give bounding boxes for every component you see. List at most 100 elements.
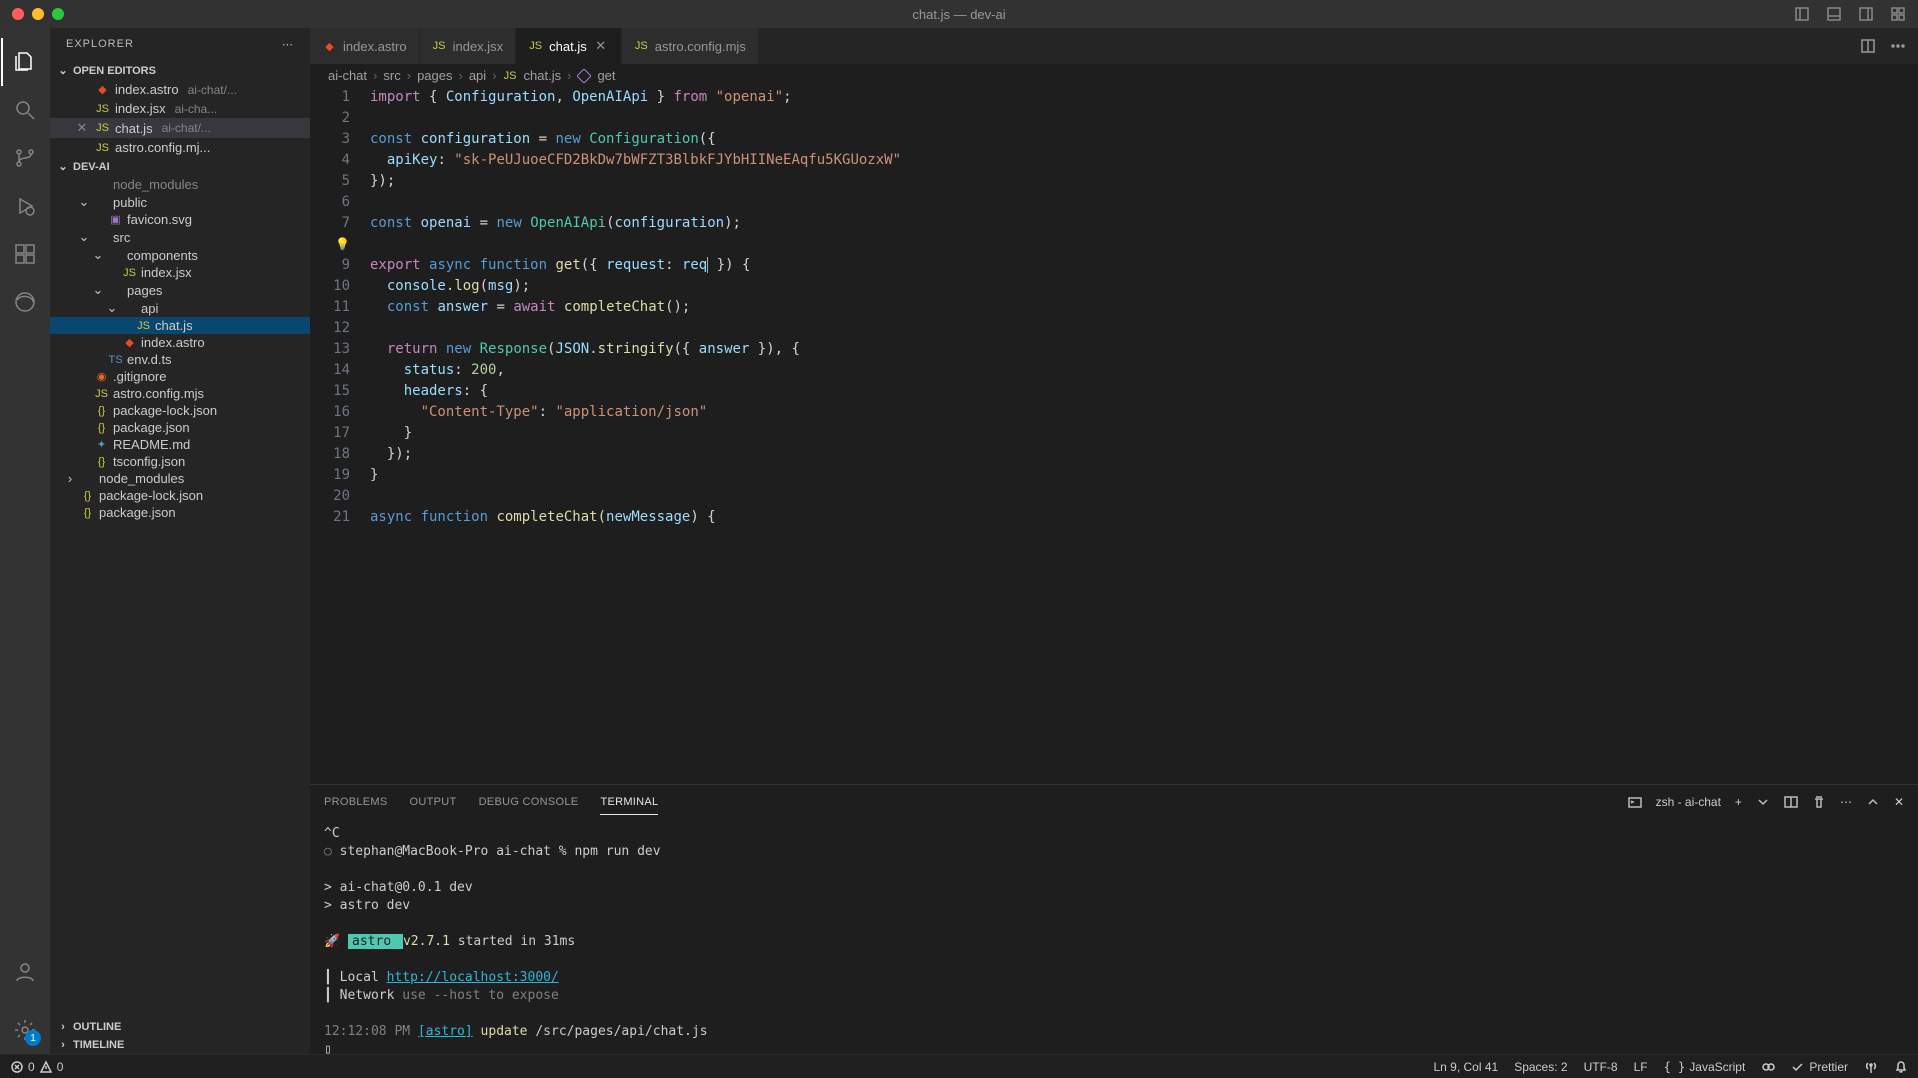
source-control-tab[interactable] bbox=[1, 134, 49, 182]
file-item[interactable]: TSenv.d.ts bbox=[50, 351, 310, 368]
folder-item[interactable]: ⌄pages bbox=[50, 281, 310, 299]
file-item[interactable]: ◆index.astro bbox=[50, 334, 310, 351]
run-debug-tab[interactable] bbox=[1, 182, 49, 230]
open-editor-item[interactable]: ✕JSchat.jsai-chat/... bbox=[50, 118, 310, 138]
file-item[interactable]: ✦README.md bbox=[50, 436, 310, 453]
code-editor[interactable]: 1234567💡9101112131415161718192021 import… bbox=[310, 87, 1918, 784]
copilot-status[interactable] bbox=[1761, 1060, 1775, 1074]
feedback-button[interactable] bbox=[1864, 1060, 1878, 1074]
maximize-panel-icon[interactable] bbox=[1866, 795, 1880, 809]
folder-item[interactable]: node_modules bbox=[50, 176, 310, 193]
js-icon: JS bbox=[528, 39, 543, 54]
toggle-panel-right-icon[interactable] bbox=[1858, 6, 1874, 22]
js-icon: JS bbox=[122, 265, 137, 280]
debug-console-tab[interactable]: DEBUG CONSOLE bbox=[479, 790, 579, 814]
file-item[interactable]: {}package.json bbox=[50, 419, 310, 436]
split-terminal-icon[interactable] bbox=[1784, 795, 1798, 809]
file-item[interactable]: {}package.json bbox=[50, 504, 310, 521]
prettier-status[interactable]: Prettier bbox=[1791, 1060, 1848, 1074]
search-tab[interactable] bbox=[1, 86, 49, 134]
breadcrumb-item[interactable]: chat.js bbox=[524, 68, 562, 83]
chevron-icon: ⌄ bbox=[106, 300, 118, 316]
json-icon: {} bbox=[94, 403, 109, 418]
cursor-position[interactable]: Ln 9, Col 41 bbox=[1433, 1060, 1498, 1074]
terminal-tab[interactable]: TERMINAL bbox=[600, 790, 658, 815]
file-item[interactable]: {}tsconfig.json bbox=[50, 453, 310, 470]
file-item[interactable]: ▣favicon.svg bbox=[50, 211, 310, 228]
open-editors-section[interactable]: ⌄OPEN EDITORS bbox=[50, 61, 310, 80]
folder-item[interactable]: ⌄public bbox=[50, 193, 310, 211]
breadcrumb-item[interactable]: pages bbox=[417, 68, 452, 83]
explorer-title: EXPLORER bbox=[66, 38, 134, 51]
editor-tab[interactable]: JSchat.js✕ bbox=[516, 28, 622, 64]
file-name: astro.config.mj... bbox=[115, 140, 210, 155]
encoding-status[interactable]: UTF-8 bbox=[1584, 1060, 1618, 1074]
file-item[interactable]: {}package-lock.json bbox=[50, 487, 310, 504]
new-terminal-button[interactable]: + bbox=[1735, 795, 1742, 809]
close-panel-button[interactable]: ✕ bbox=[1894, 795, 1904, 809]
output-tab[interactable]: OUTPUT bbox=[410, 790, 457, 814]
open-editor-item[interactable]: JSastro.config.mj... bbox=[50, 138, 310, 157]
layout-controls bbox=[1794, 6, 1906, 22]
errors-status[interactable]: 0 0 bbox=[10, 1060, 63, 1074]
project-section[interactable]: ⌄DEV-AI bbox=[50, 157, 310, 176]
tree-label: node_modules bbox=[113, 177, 198, 192]
problems-tab[interactable]: PROBLEMS bbox=[324, 790, 388, 814]
chevron-icon: ⌄ bbox=[78, 194, 90, 210]
kill-terminal-icon[interactable] bbox=[1812, 795, 1826, 809]
accounts-button[interactable] bbox=[1, 948, 49, 996]
editor-tab[interactable]: ◆index.astro bbox=[310, 28, 420, 64]
breadcrumb-item[interactable]: src bbox=[383, 68, 400, 83]
folder-item[interactable]: ⌄components bbox=[50, 246, 310, 264]
folder-icon bbox=[108, 283, 123, 298]
folder-item[interactable]: ⌄src bbox=[50, 228, 310, 246]
more-actions-icon[interactable] bbox=[1890, 38, 1906, 54]
extensions-icon bbox=[13, 242, 37, 266]
file-item[interactable]: {}package-lock.json bbox=[50, 402, 310, 419]
language-mode[interactable]: { } JavaScript bbox=[1664, 1060, 1746, 1074]
file-item[interactable]: JSchat.js bbox=[50, 317, 310, 334]
editor-tab[interactable]: JSastro.config.mjs bbox=[622, 28, 759, 64]
open-editor-item[interactable]: JSindex.jsxai-cha... bbox=[50, 99, 310, 118]
tree-label: node_modules bbox=[99, 471, 184, 486]
chevron-icon: ⌄ bbox=[78, 229, 90, 245]
terminal-output[interactable]: ^C○ stephan@MacBook-Pro ai-chat % npm ru… bbox=[310, 819, 1918, 1054]
close-window-button[interactable] bbox=[12, 8, 24, 20]
eol-status[interactable]: LF bbox=[1634, 1060, 1648, 1074]
maximize-window-button[interactable] bbox=[52, 8, 64, 20]
file-item[interactable]: JSastro.config.mjs bbox=[50, 385, 310, 402]
terminal-more-icon[interactable]: ⋯ bbox=[1840, 795, 1852, 809]
folder-item[interactable]: ›node_modules bbox=[50, 470, 310, 487]
tree-label: package-lock.json bbox=[99, 488, 203, 503]
breadcrumb-item[interactable]: api bbox=[469, 68, 486, 83]
customize-layout-icon[interactable] bbox=[1890, 6, 1906, 22]
folder-item[interactable]: ⌄api bbox=[50, 299, 310, 317]
js-icon: JS bbox=[95, 121, 110, 136]
toggle-panel-bottom-icon[interactable] bbox=[1826, 6, 1842, 22]
breadcrumbs[interactable]: ai-chat› src› pages› api› JS chat.js› ge… bbox=[310, 64, 1918, 87]
split-editor-icon[interactable] bbox=[1860, 38, 1876, 54]
notifications-button[interactable] bbox=[1894, 1060, 1908, 1074]
close-icon[interactable]: ✕ bbox=[74, 120, 90, 136]
explorer-actions-icon[interactable]: ⋯ bbox=[282, 38, 294, 51]
breadcrumb-item[interactable]: get bbox=[597, 68, 615, 83]
edge-tools-tab[interactable] bbox=[1, 278, 49, 326]
explorer-tab[interactable] bbox=[1, 38, 49, 86]
terminal-shell-label[interactable]: zsh - ai-chat bbox=[1656, 795, 1721, 809]
editor-tab[interactable]: JSindex.jsx bbox=[420, 28, 517, 64]
toggle-panel-left-icon[interactable] bbox=[1794, 6, 1810, 22]
open-editor-item[interactable]: ◆index.astroai-chat/... bbox=[50, 80, 310, 99]
outline-section[interactable]: ›OUTLINE bbox=[50, 1018, 310, 1036]
section-label: DEV-AI bbox=[73, 161, 110, 173]
file-item[interactable]: ◉.gitignore bbox=[50, 368, 310, 385]
terminal-dropdown-icon[interactable] bbox=[1756, 795, 1770, 809]
close-tab-icon[interactable]: ✕ bbox=[593, 38, 609, 54]
settings-button[interactable]: 1 bbox=[1, 1006, 49, 1054]
file-item[interactable]: JSindex.jsx bbox=[50, 264, 310, 281]
indentation-status[interactable]: Spaces: 2 bbox=[1514, 1060, 1567, 1074]
terminal-profile-icon[interactable] bbox=[1628, 795, 1642, 809]
minimize-window-button[interactable] bbox=[32, 8, 44, 20]
breadcrumb-item[interactable]: ai-chat bbox=[328, 68, 367, 83]
extensions-tab[interactable] bbox=[1, 230, 49, 278]
timeline-section[interactable]: ›TIMELINE bbox=[50, 1036, 310, 1054]
